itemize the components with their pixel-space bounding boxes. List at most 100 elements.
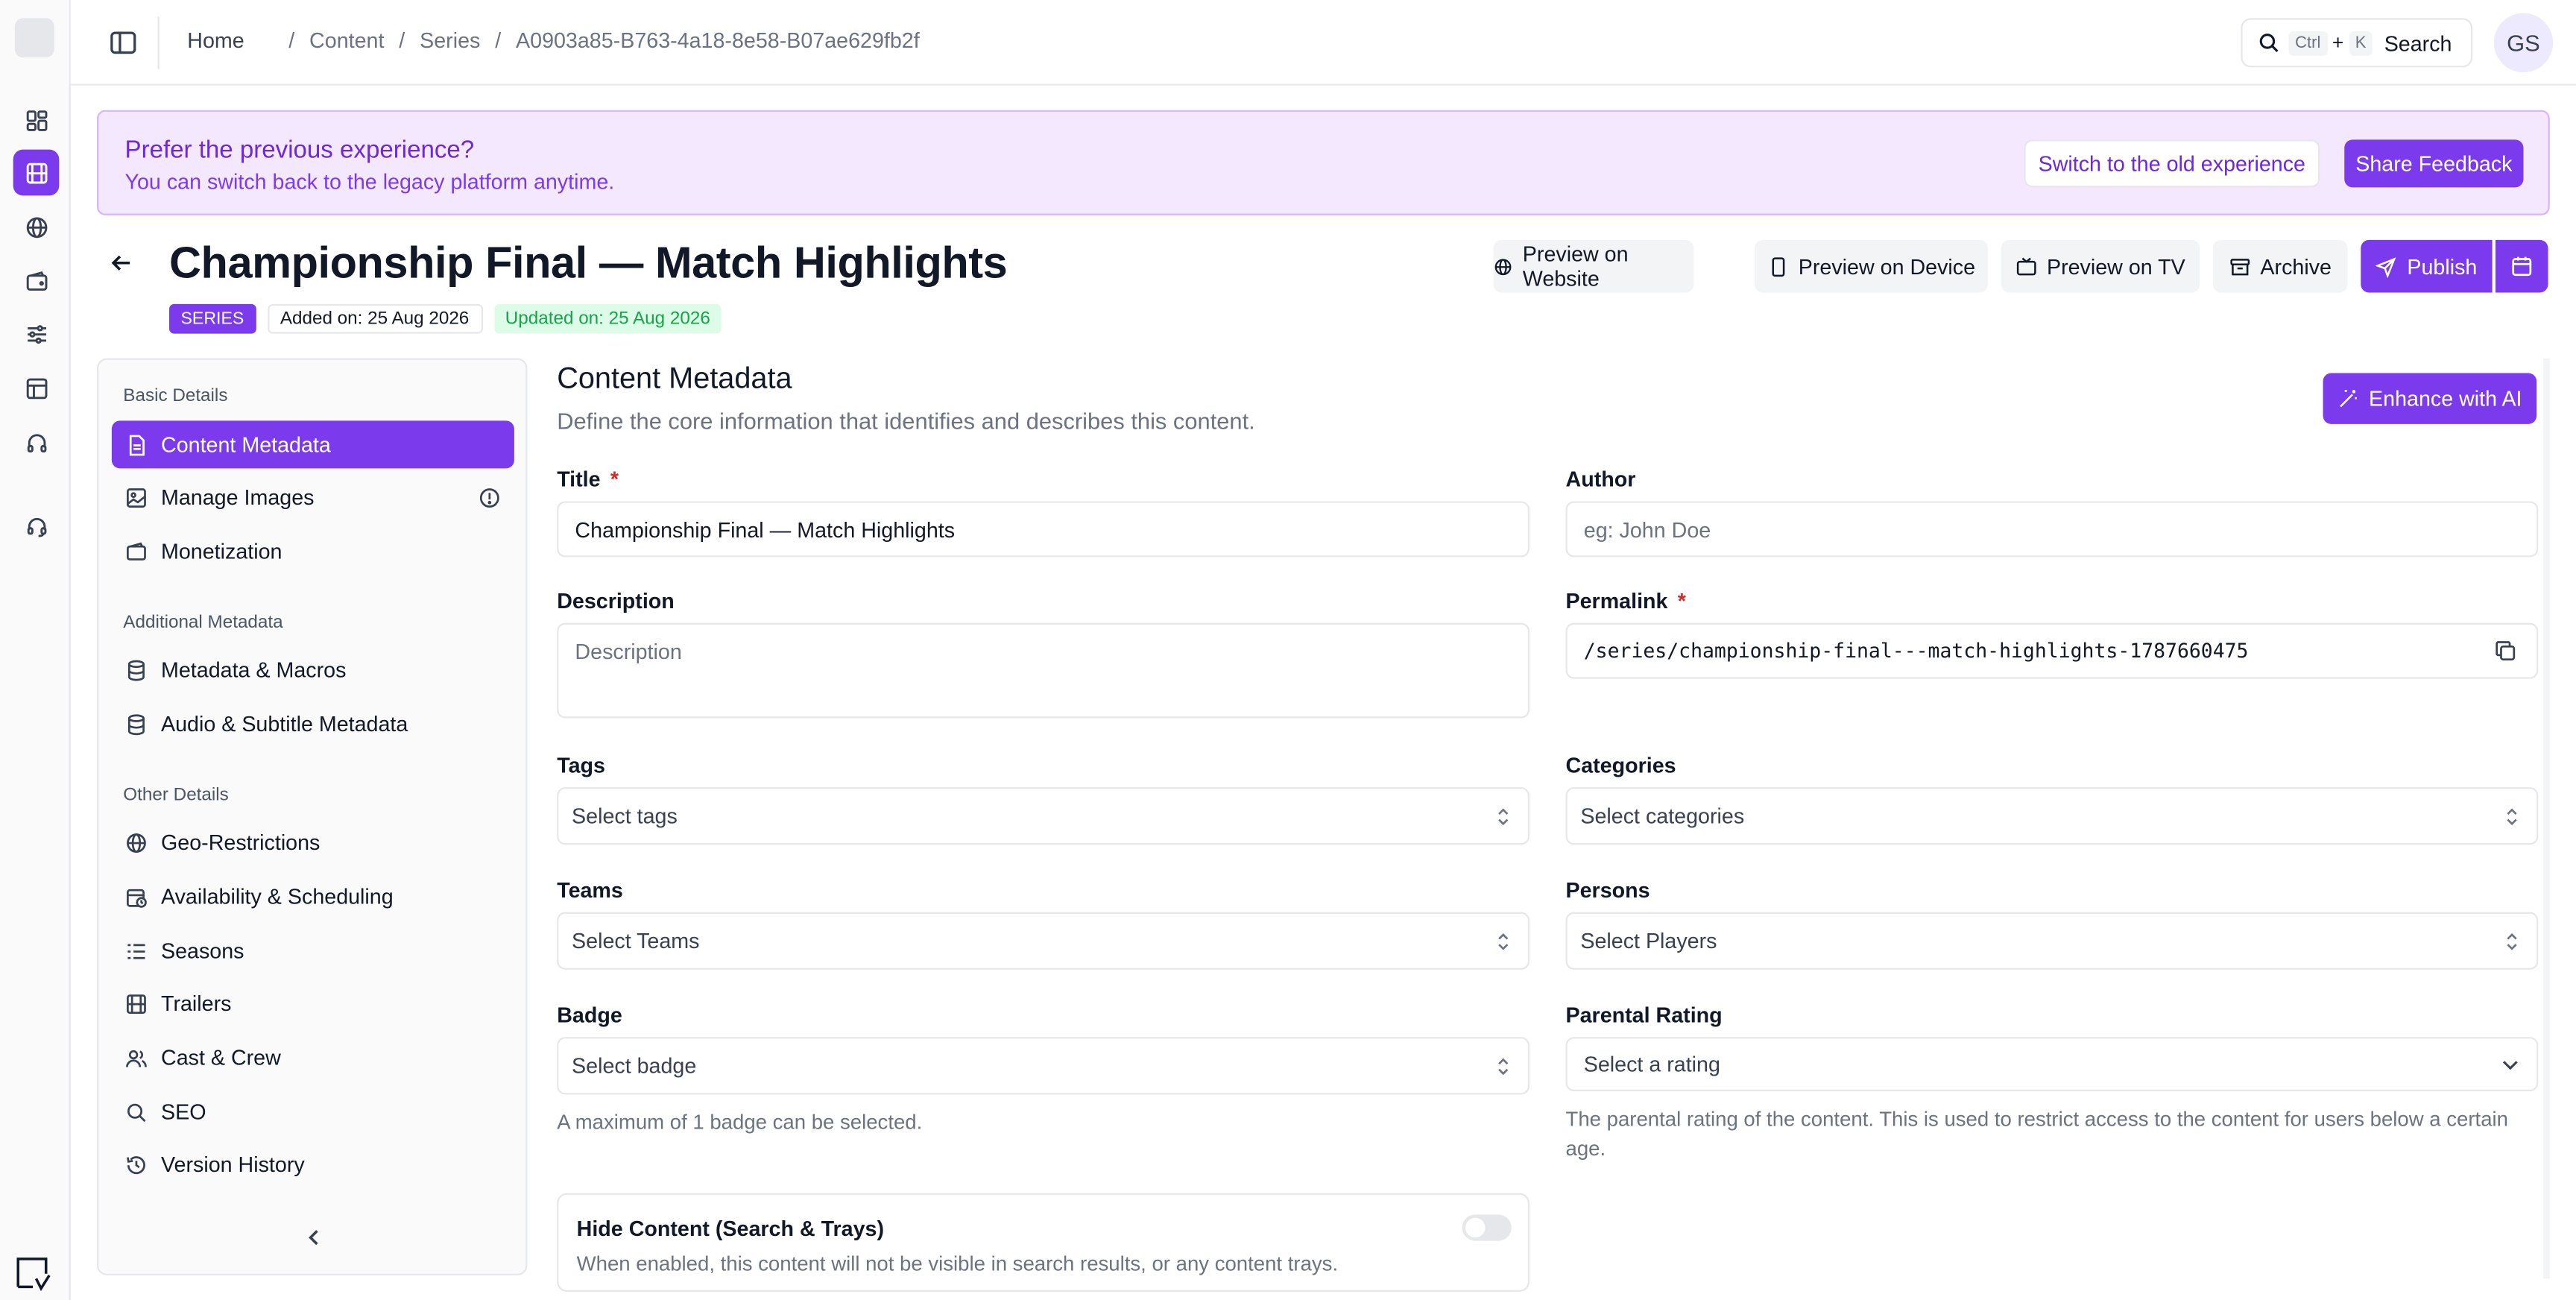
- chevron-updown-icon: [1498, 1057, 1509, 1075]
- hide-content-toggle[interactable]: [1462, 1214, 1512, 1241]
- dashboard-icon[interactable]: [13, 97, 60, 143]
- schedule-button[interactable]: [2496, 239, 2548, 293]
- banner-subtitle: You can switch back to the legacy platfo…: [124, 169, 615, 195]
- preview-tv-label: Preview on TV: [2046, 253, 2185, 279]
- chevron-updown-icon: [1498, 932, 1509, 950]
- title-input[interactable]: Championship Final — Match Highlights: [557, 501, 1530, 558]
- nav-section-basic: Basic Details: [123, 386, 228, 406]
- breadcrumb-separator: /: [495, 28, 502, 53]
- search-label: Search: [2384, 30, 2452, 55]
- nav-item-availability[interactable]: Availability & Scheduling: [112, 873, 514, 921]
- history-icon: [127, 1155, 145, 1173]
- icon-rail: [0, 0, 71, 1300]
- layout-icon[interactable]: [13, 365, 60, 411]
- persons-select[interactable]: Select Players: [1565, 912, 2539, 970]
- wallet-icon[interactable]: [13, 258, 60, 304]
- sliders-icon[interactable]: [13, 311, 60, 357]
- categories-placeholder: Select categories: [1580, 804, 1745, 829]
- users-icon: [126, 1049, 147, 1067]
- persons-placeholder: Select Players: [1580, 928, 1717, 953]
- preview-tv-button[interactable]: Preview on TV: [2001, 239, 2200, 293]
- breadcrumb-content[interactable]: Content: [309, 28, 384, 52]
- author-input[interactable]: eg: John Doe: [1565, 501, 2539, 558]
- nav-item-cast-crew[interactable]: Cast & Crew: [112, 1034, 514, 1082]
- archive-button[interactable]: Archive: [2212, 239, 2348, 293]
- publish-button[interactable]: Publish: [2361, 239, 2493, 293]
- legacy-banner: Prefer the previous experience? You can …: [97, 110, 2550, 215]
- breadcrumb-home[interactable]: Home: [187, 28, 244, 52]
- title-label-text: Title: [557, 467, 601, 492]
- film-icon[interactable]: [13, 149, 60, 196]
- categories-select[interactable]: Select categories: [1565, 787, 2539, 845]
- shortcut-plus: +: [2332, 31, 2344, 54]
- preview-device-button[interactable]: Preview on Device: [1754, 239, 1988, 293]
- nav-item-trailers[interactable]: Trailers: [112, 979, 514, 1027]
- nav-item-audio-subtitle[interactable]: Audio & Subtitle Metadata: [112, 700, 514, 748]
- description-label: Description: [557, 588, 675, 613]
- chevron-down-icon: [2502, 1060, 2518, 1070]
- nav-section-additional: Additional Metadata: [123, 613, 283, 633]
- parental-rating-help-text: The parental rating of the content. This…: [1565, 1108, 2508, 1161]
- back-arrow-icon[interactable]: [108, 250, 134, 276]
- parental-rating-select[interactable]: Select a rating: [1565, 1037, 2539, 1091]
- chevron-left-icon[interactable]: [303, 1226, 326, 1249]
- screen-select-icon[interactable]: [13, 1254, 53, 1293]
- breadcrumb-current: A0903a85-B763-4a18-8e58-B07ae629fb2f: [516, 28, 920, 53]
- magic-wand-icon: [2339, 390, 2357, 408]
- sidebar-toggle-icon[interactable]: [107, 26, 139, 59]
- nav-item-label: Trailers: [161, 991, 232, 1016]
- globe-icon[interactable]: [13, 203, 60, 250]
- preview-website-label: Preview on Website: [1522, 242, 1629, 291]
- nav-item-content-metadata[interactable]: Content Metadata: [111, 420, 514, 469]
- preview-website-button[interactable]: Preview on Website: [1493, 239, 1694, 293]
- nav-item-geo-restrictions[interactable]: Geo-Restrictions: [112, 818, 514, 866]
- enhance-ai-label: Enhance with AI: [2369, 386, 2522, 411]
- avatar[interactable]: GS: [2493, 13, 2554, 73]
- nav-item-label: Geo-Restrictions: [161, 830, 321, 855]
- database-icon: [127, 659, 145, 681]
- wallet-icon: [127, 541, 146, 560]
- page-title: Championship Final — Match Highlights: [169, 238, 1008, 288]
- breadcrumb: Home / Content / Series / A0903a85-B763-…: [187, 28, 919, 52]
- teams-select[interactable]: Select Teams: [557, 912, 1530, 970]
- nav-item-label: Version History: [161, 1152, 305, 1177]
- search-icon: [127, 1102, 146, 1122]
- permalink-label: Permalink *: [1566, 588, 1686, 613]
- nav-item-metadata-macros[interactable]: Metadata & Macros: [112, 646, 514, 693]
- film-icon: [127, 994, 146, 1013]
- nav-item-seo[interactable]: SEO: [112, 1088, 514, 1136]
- enhance-ai-button[interactable]: Enhance with AI: [2323, 373, 2537, 424]
- hide-content-card: Hide Content (Search & Trays) When enabl…: [557, 1193, 1530, 1292]
- badge-select[interactable]: Select badge: [557, 1037, 1530, 1095]
- globe-icon: [127, 833, 146, 852]
- required-mark: *: [1677, 588, 1686, 613]
- hide-content-title: Hide Content (Search & Trays): [576, 1216, 885, 1241]
- tags-select[interactable]: Select tags: [557, 787, 1530, 845]
- nav-item-manage-images[interactable]: Manage Images: [112, 473, 514, 521]
- calendar-clock-icon: [127, 888, 147, 907]
- search-button[interactable]: Ctrl + K Search: [2241, 18, 2473, 68]
- breadcrumb-separator: /: [288, 28, 295, 53]
- search-icon: [2259, 34, 2279, 52]
- support-icon[interactable]: [13, 503, 60, 549]
- tags-placeholder: Select tags: [572, 804, 678, 829]
- copy-icon[interactable]: [2494, 640, 2517, 663]
- description-textarea[interactable]: Description: [557, 622, 1530, 719]
- nav-item-label: Metadata & Macros: [161, 657, 347, 682]
- tags-label: Tags: [557, 752, 605, 777]
- nav-item-version-history[interactable]: Version History: [112, 1140, 514, 1188]
- app-logo: [14, 18, 54, 58]
- switch-old-experience-button[interactable]: Switch to the old experience: [2024, 139, 2320, 188]
- headphones-icon[interactable]: [13, 419, 60, 465]
- scrollbar[interactable]: [2542, 358, 2550, 1279]
- breadcrumb-series[interactable]: Series: [420, 28, 480, 52]
- permalink-input[interactable]: /series/championship-final---match-highl…: [1565, 622, 2539, 679]
- nav-item-seasons[interactable]: Seasons: [112, 927, 514, 975]
- shortcut-ctrl: Ctrl: [2288, 30, 2328, 55]
- nav-item-monetization[interactable]: Monetization: [112, 528, 514, 575]
- top-bar: Home / Content / Series / A0903a85-B763-…: [70, 0, 2576, 86]
- persons-label: Persons: [1565, 877, 1650, 903]
- nav-item-label: Content Metadata: [161, 432, 331, 457]
- nav-item-label: Availability & Scheduling: [161, 884, 394, 909]
- share-feedback-button[interactable]: Share Feedback: [2344, 139, 2524, 188]
